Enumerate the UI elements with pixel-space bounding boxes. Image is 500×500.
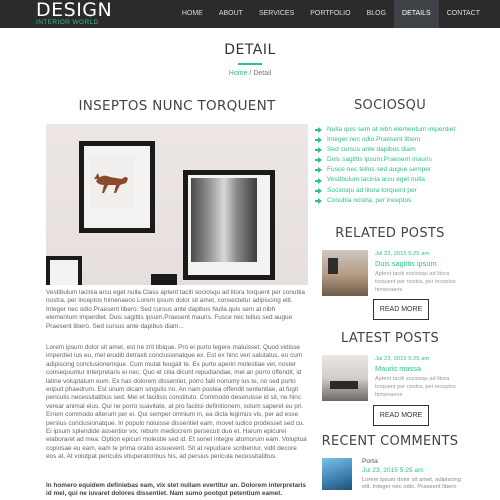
sidebar-link[interactable]: Sed cursus ante dapibus diam xyxy=(315,145,455,155)
top-header: DESIGN INTERIOR WORLD HOME ABOUT SERVICE… xyxy=(0,0,500,28)
nav-details[interactable]: DETAILS xyxy=(394,0,439,28)
picture-frame-dog xyxy=(79,141,155,233)
sidebar-link[interactable]: Duis sagittis ipsum.Praesent mauris xyxy=(315,155,455,165)
related-post-excerpt: Aptent taciti sociosqu ad litora torquen… xyxy=(375,271,456,294)
article-paragraph-3: In homero equidem definiebas eam, vix st… xyxy=(46,482,306,498)
latest-posts-title: LATEST POSTS xyxy=(340,331,440,346)
latest-post-title[interactable]: Mauris massa xyxy=(375,364,421,373)
related-post-thumbnail[interactable] xyxy=(322,250,368,296)
breadcrumb: Home / Detail xyxy=(0,70,500,77)
arrow-right-icon xyxy=(315,197,322,204)
sidebar-link[interactable]: Nulla quis sem at nibh elementum imperdi… xyxy=(315,125,456,135)
comment-avatar xyxy=(322,458,352,490)
latest-post-thumbnail[interactable] xyxy=(322,355,368,401)
nav-portfolio[interactable]: PORTFOLIO xyxy=(302,0,358,28)
latest-read-more-button[interactable]: READ MORE xyxy=(373,405,429,426)
sidebar-link[interactable]: Vestibulum lacinia arcu eget nulla xyxy=(315,175,455,185)
arrow-right-icon xyxy=(315,127,322,134)
comment-date: Jul 23, 2015 5:25 am xyxy=(362,467,424,474)
article-paragraph-2: Lorem ipsum dolor sit amet, est ne zril … xyxy=(46,344,307,461)
sidebar-link-label: Vestibulum lacinia arcu eget nulla xyxy=(327,176,425,184)
related-read-more-button[interactable]: READ MORE xyxy=(373,299,429,320)
article-image xyxy=(46,124,308,285)
logo-title: DESIGN xyxy=(36,0,113,21)
sidebar-link[interactable]: Fusce nec tellus sed augue semper xyxy=(315,165,455,175)
recent-comment: Porta Jul 23, 2015 5:25 am Lorem ipsum d… xyxy=(322,458,472,498)
related-post-title[interactable]: Duis sagittis ipsum xyxy=(375,259,437,268)
related-post-date: Jul 23, 2015 5:25 am xyxy=(375,251,430,257)
arrow-right-icon xyxy=(315,137,322,144)
recent-comments-title: RECENT COMMENTS xyxy=(321,434,459,449)
arrow-right-icon xyxy=(315,167,322,174)
dog-illustration xyxy=(90,155,134,209)
street-photo xyxy=(191,178,257,262)
arrow-right-icon xyxy=(315,187,322,194)
site-logo[interactable]: DESIGN INTERIOR WORLD xyxy=(36,0,113,27)
arrow-right-icon xyxy=(315,147,322,154)
nav-blog[interactable]: BLOG xyxy=(359,0,394,28)
arrow-right-icon xyxy=(315,177,322,184)
article-title: INSEPTOS NUNC TORQUENT xyxy=(78,98,276,114)
sidebar-links: Nulla quis sem at nibh elementum imperdi… xyxy=(315,125,456,206)
sidebar-link-label: Duis sagittis ipsum.Praesent mauris xyxy=(327,156,432,164)
breadcrumb-home[interactable]: Home xyxy=(229,70,248,77)
latest-post: Jul 23, 2015 5:25 am Mauris massa Aptent… xyxy=(322,355,462,401)
nav-contact[interactable]: CONTACT xyxy=(439,0,488,28)
latest-post-excerpt: Aptent taciti sociosqu ad litora torquen… xyxy=(375,376,456,399)
nav-home[interactable]: HOME xyxy=(174,0,211,28)
sidebar-link[interactable]: Integer nec odio.Praesent libero xyxy=(315,135,455,145)
sidebar-link[interactable]: Conubia nostra, per inceptos xyxy=(315,196,455,206)
picture-frame-small xyxy=(46,256,82,285)
picture-frame-street xyxy=(183,170,275,280)
sidebar-link[interactable]: Sociosqu ad litora torquent per xyxy=(315,186,455,196)
comment-text: Lorem ipsum dolor sit amet, adipiscing e… xyxy=(362,477,461,491)
latest-post-date: Jul 23, 2015 5:25 am xyxy=(375,356,430,362)
article-paragraph-1: Vestibulum lacinia arcu eget nulla.Class… xyxy=(46,289,305,330)
sociosqu-title: SOCIOSQU xyxy=(353,98,427,113)
picture-frame-bottom xyxy=(151,274,177,285)
sidebar-link-label: Integer nec odio.Praesent libero xyxy=(327,136,421,144)
sidebar-link-label: Fusce nec tellus sed augue semper xyxy=(327,166,432,174)
related-posts-title: RELATED POSTS xyxy=(335,226,445,241)
sidebar-link-label: Conubia nostra, per inceptos xyxy=(327,196,412,204)
sidebar-link-label: Nulla quis sem at nibh elementum imperdi… xyxy=(327,126,456,133)
breadcrumb-current: Detail xyxy=(253,70,272,77)
nav-services[interactable]: SERVICES xyxy=(251,0,302,28)
page-title: DETAIL xyxy=(224,42,276,58)
nav-about[interactable]: ABOUT xyxy=(211,0,251,28)
sidebar-link-label: Sed cursus ante dapibus diam xyxy=(327,146,416,154)
title-underline xyxy=(238,63,262,65)
main-nav: HOME ABOUT SERVICES PORTFOLIO BLOG DETAI… xyxy=(174,0,488,28)
related-post: Jul 23, 2015 5:25 am Duis sagittis ipsum… xyxy=(322,250,462,296)
comment-author: Porta xyxy=(362,458,378,465)
arrow-right-icon xyxy=(315,157,322,164)
frame-mat xyxy=(50,260,78,285)
sidebar-link-label: Sociosqu ad litora torquent per xyxy=(327,186,417,194)
